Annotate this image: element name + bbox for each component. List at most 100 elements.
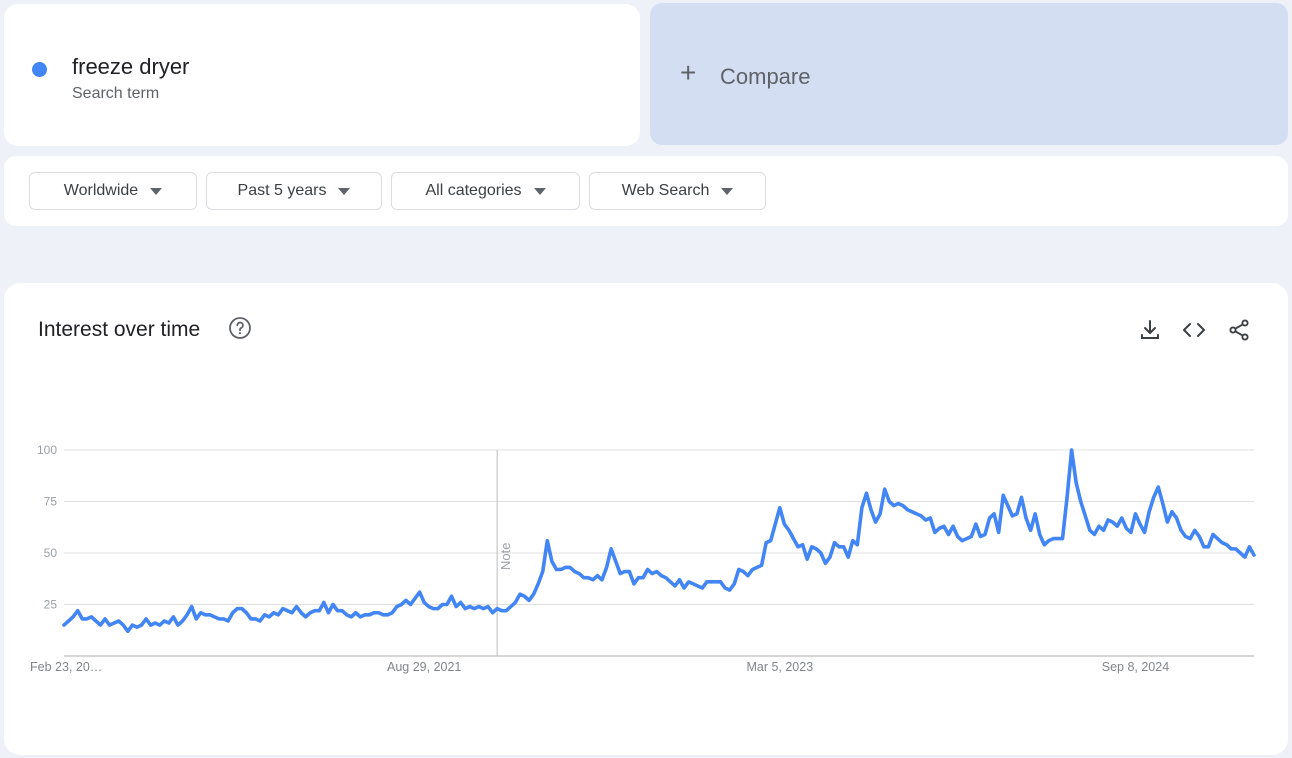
data-point <box>833 542 835 544</box>
data-point <box>314 609 316 611</box>
x-tick-label: Sep 8, 2024 <box>1102 660 1169 674</box>
data-point <box>1048 539 1050 541</box>
data-point <box>619 572 621 574</box>
data-point <box>692 583 694 585</box>
data-point <box>861 506 863 508</box>
data-point <box>236 607 238 609</box>
data-point <box>213 616 215 618</box>
data-point <box>1043 544 1045 546</box>
data-point <box>1221 542 1223 544</box>
time-range-filter[interactable]: Past 5 years <box>206 172 382 210</box>
data-point <box>542 570 544 572</box>
data-point <box>218 618 220 620</box>
data-point <box>450 595 452 597</box>
data-point <box>988 517 990 519</box>
data-point <box>1143 531 1145 533</box>
data-point <box>925 519 927 521</box>
data-point <box>163 620 165 622</box>
data-point <box>273 612 275 614</box>
series-color-dot <box>32 62 47 77</box>
data-point <box>1157 486 1159 488</box>
data-point <box>145 618 147 620</box>
data-point <box>660 574 662 576</box>
data-point <box>154 622 156 624</box>
data-point <box>268 616 270 618</box>
data-point <box>1198 535 1200 537</box>
data-point <box>309 612 311 614</box>
data-point <box>947 533 949 535</box>
data-point <box>455 605 457 607</box>
data-point <box>323 601 325 603</box>
data-point <box>665 577 667 579</box>
data-point <box>683 587 685 589</box>
data-point <box>1194 529 1196 531</box>
data-point <box>537 583 539 585</box>
data-point <box>646 568 648 570</box>
data-point <box>177 624 179 626</box>
data-point <box>742 570 744 572</box>
category-filter[interactable]: All categories <box>391 172 580 210</box>
data-point <box>569 566 571 568</box>
data-point <box>1162 502 1164 504</box>
data-point <box>327 612 329 614</box>
data-point <box>1025 517 1027 519</box>
data-point <box>304 616 306 618</box>
x-tick-label: Aug 29, 2021 <box>387 660 461 674</box>
data-point <box>847 556 849 558</box>
data-point <box>573 570 575 572</box>
data-point <box>637 577 639 579</box>
data-point <box>496 607 498 609</box>
data-point <box>418 591 420 593</box>
data-point <box>970 535 972 537</box>
data-point <box>104 618 106 620</box>
data-point <box>95 620 97 622</box>
x-tick-label: Feb 23, 20… <box>30 660 102 674</box>
data-point <box>90 616 92 618</box>
data-point <box>824 562 826 564</box>
data-point <box>1207 546 1209 548</box>
compare-button[interactable]: + Compare <box>650 3 1288 145</box>
data-point <box>423 601 425 603</box>
search-type-filter[interactable]: Web Search <box>589 172 766 210</box>
data-point <box>710 581 712 583</box>
data-point <box>1075 482 1077 484</box>
data-point <box>788 529 790 531</box>
data-point <box>578 572 580 574</box>
data-point <box>1016 513 1018 515</box>
data-point <box>127 630 129 632</box>
data-point <box>282 607 284 609</box>
data-point <box>1107 519 1109 521</box>
search-term-card: freeze dryer Search term <box>4 4 640 146</box>
data-point <box>1011 515 1013 517</box>
data-point <box>815 548 817 550</box>
data-point <box>168 622 170 624</box>
data-point <box>432 607 434 609</box>
data-point <box>614 560 616 562</box>
data-point <box>373 612 375 614</box>
data-point <box>113 622 115 624</box>
data-point <box>245 612 247 614</box>
chevron-down-icon <box>338 187 351 195</box>
search-term-name[interactable]: freeze dryer <box>72 54 189 80</box>
y-tick-label: 25 <box>44 598 58 612</box>
data-point <box>1089 529 1091 531</box>
plus-icon: + <box>680 57 697 88</box>
y-tick-label: 75 <box>44 495 58 509</box>
data-point <box>200 612 202 614</box>
data-point <box>400 603 402 605</box>
data-point <box>1152 496 1154 498</box>
annotation-label: Note <box>498 543 513 570</box>
data-point <box>1116 525 1118 527</box>
data-point <box>519 593 521 595</box>
data-point <box>232 612 234 614</box>
location-filter[interactable]: Worldwide <box>29 172 197 210</box>
data-point <box>300 612 302 614</box>
data-point <box>469 605 471 607</box>
data-point <box>888 500 890 502</box>
data-point <box>523 595 525 597</box>
data-point <box>1034 513 1036 515</box>
data-point <box>222 618 224 620</box>
data-point <box>108 624 110 626</box>
data-point <box>555 568 557 570</box>
data-point <box>938 527 940 529</box>
